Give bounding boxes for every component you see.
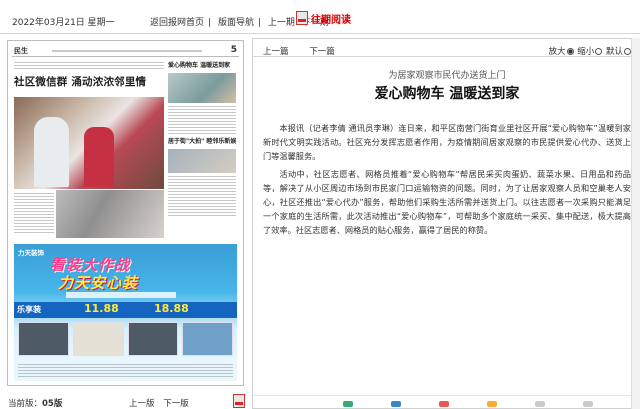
article-text bbox=[168, 106, 236, 134]
ad-price-bar: 乐享装 11.88 18.88 bbox=[14, 302, 237, 318]
divider bbox=[253, 395, 640, 396]
page-number: 5 bbox=[230, 45, 237, 55]
article-photo[interactable] bbox=[168, 73, 236, 103]
article-link-headline[interactable]: 居于街"大拍" 睦邻乐新娱 bbox=[168, 138, 238, 146]
ad-products bbox=[18, 322, 233, 356]
zoom-out-radio[interactable] bbox=[595, 48, 603, 55]
pdf-download-button[interactable] bbox=[233, 394, 245, 409]
article-text bbox=[168, 176, 236, 216]
current-page-indicator: 当前版：05版 bbox=[8, 397, 62, 409]
share-icon[interactable] bbox=[487, 401, 497, 407]
right-column: 爱心购物车 温暖送到家 居于街"大拍" 睦邻乐新娱 bbox=[168, 62, 238, 242]
ad-strip bbox=[66, 292, 176, 298]
subheadline-text bbox=[14, 62, 164, 70]
pdf-icon bbox=[233, 394, 245, 408]
product-image bbox=[182, 322, 233, 356]
header-stripe bbox=[52, 50, 202, 52]
photo-figure bbox=[34, 117, 69, 187]
ad-slogan: 力天安心装 bbox=[58, 274, 139, 292]
page-header: 民生 5 bbox=[12, 45, 239, 57]
ad-price: 11.88 bbox=[84, 302, 119, 315]
current-page-label: 当前版： bbox=[8, 399, 43, 409]
divider bbox=[0, 33, 640, 34]
share-icon[interactable] bbox=[583, 401, 593, 407]
news-photo[interactable] bbox=[14, 97, 164, 189]
current-page-value: 05版 bbox=[42, 399, 63, 409]
ad-footer-text bbox=[18, 364, 233, 378]
issue-date: 2022年03月21日 星期一 bbox=[12, 18, 115, 28]
default-size-radio[interactable] bbox=[624, 48, 631, 55]
section-name: 民生 bbox=[14, 47, 28, 55]
scrollbar[interactable] bbox=[631, 38, 640, 409]
share-icons bbox=[343, 401, 593, 407]
article-panel: 上一篇 下一篇 放大 缩小 默认 为居家观察市民代办送货上门 爱心购物车 温暖送… bbox=[252, 38, 640, 409]
share-icon[interactable] bbox=[343, 401, 353, 407]
news-photo[interactable] bbox=[56, 190, 164, 238]
article-text bbox=[14, 193, 54, 233]
past-reading-label: 往期阅读 bbox=[311, 14, 351, 26]
share-icon[interactable] bbox=[391, 401, 401, 407]
ad-price: 18.88 bbox=[154, 302, 189, 315]
page-nav: 上一版 下一版 bbox=[129, 397, 195, 409]
layout-nav-link[interactable]: 版面导航 bbox=[218, 18, 254, 28]
calendar-icon bbox=[296, 11, 308, 25]
product-image bbox=[72, 322, 124, 356]
past-reading-button[interactable]: 往期阅读 bbox=[296, 10, 351, 26]
article-photo[interactable] bbox=[168, 149, 236, 173]
home-link[interactable]: 返回报网首页 bbox=[150, 18, 204, 28]
article-title: 爱心购物车 温暖送到家 bbox=[374, 86, 520, 102]
article-paragraph: 活动中，社区志愿者、网格员推着“爱心购物车”帮居民采买肉蛋奶、蔬菜水果、日用品和… bbox=[263, 169, 631, 235]
article-link-headline[interactable]: 爱心购物车 温暖送到家 bbox=[168, 62, 238, 70]
newspaper-page-frame: 民生 5 社区微信群 涌动浓浓邻里情 爱心购物车 温暖送到家 居于街"大拍" 睦… bbox=[7, 40, 244, 386]
ad-package-name: 乐享装 bbox=[17, 305, 41, 314]
share-icon[interactable] bbox=[535, 401, 545, 407]
share-icon[interactable] bbox=[439, 401, 449, 407]
prev-issue-link[interactable]: 上一期 bbox=[268, 18, 295, 28]
advertisement[interactable]: 力天装饰 看装大作战 力天安心装 乐享装 11.88 18.88 bbox=[14, 244, 237, 381]
article-lead-title: 为居家观察市民代办送货上门 bbox=[388, 71, 506, 81]
photo-figure bbox=[84, 127, 114, 187]
prev-page-link[interactable]: 上一版 bbox=[129, 399, 155, 409]
product-image bbox=[127, 322, 179, 356]
top-bar: 2022年03月21日 星期一 返回报网首页 | 版面导航 | 上一期 下一期 往期… bbox=[0, 0, 640, 34]
article-paragraph: 本报讯（记者李倩 通讯员李琳）连日来，和平区南营门街育业里社区开展“爱心购物车”… bbox=[263, 123, 631, 161]
product-image bbox=[18, 322, 69, 356]
next-page-link[interactable]: 下一版 bbox=[163, 399, 189, 409]
zoom-in-radio[interactable] bbox=[566, 48, 574, 55]
page-headline[interactable]: 社区微信群 涌动浓浓邻里情 bbox=[14, 74, 146, 89]
ad-brand: 力天装饰 bbox=[18, 249, 44, 257]
ad-footer bbox=[14, 362, 237, 381]
newspaper-page[interactable]: 民生 5 社区微信群 涌动浓浓邻里情 爱心购物车 温暖送到家 居于街"大拍" 睦… bbox=[12, 45, 239, 381]
divider bbox=[253, 56, 640, 57]
